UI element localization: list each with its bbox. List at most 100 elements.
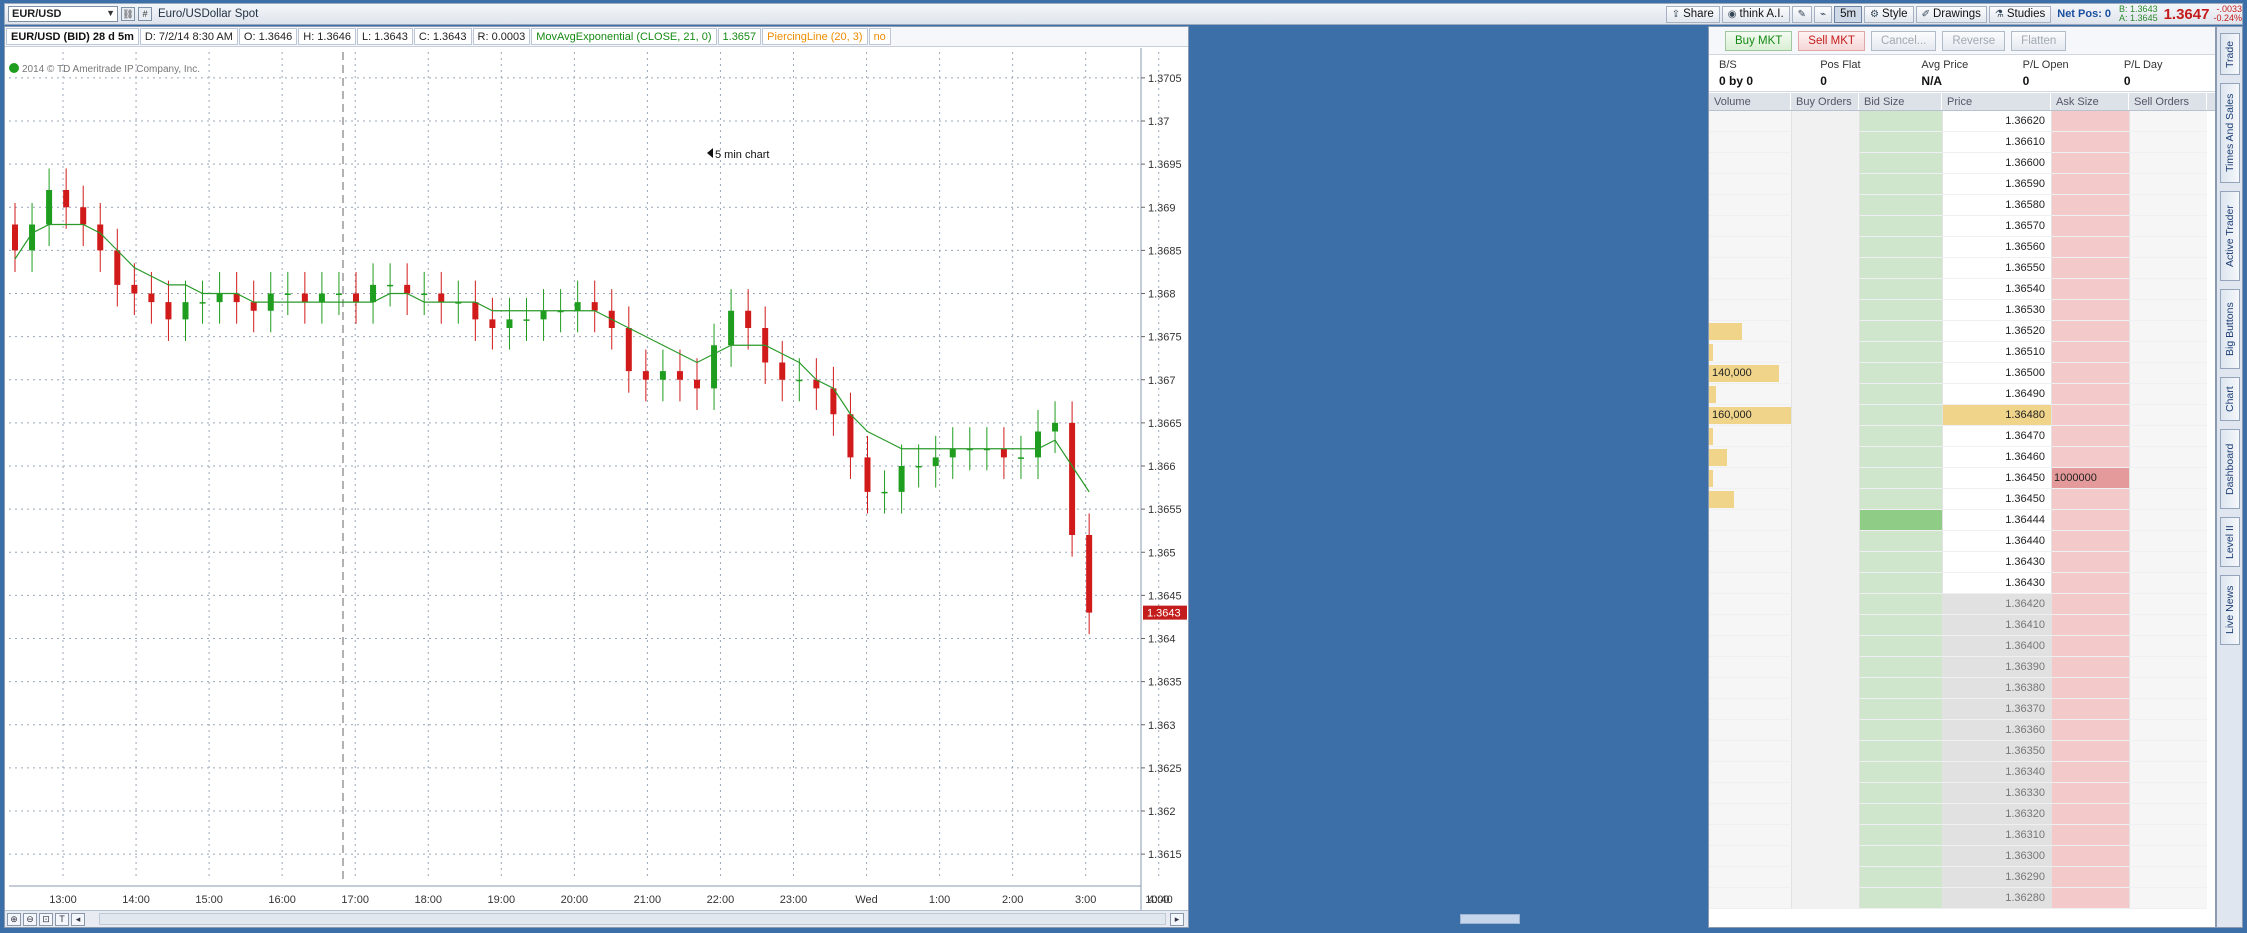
bid-size-cell[interactable] [1859, 741, 1942, 762]
ask-size-cell[interactable] [2051, 531, 2129, 552]
side-tab[interactable]: Times And Sales [2220, 83, 2240, 183]
ask-size-cell[interactable] [2051, 888, 2129, 909]
sell-market-button[interactable]: Sell MKT [1798, 30, 1865, 51]
bid-size-cell[interactable] [1859, 510, 1942, 531]
buy-market-button[interactable]: Buy MKT [1725, 30, 1793, 51]
sell-orders-cell[interactable] [2129, 615, 2207, 636]
buy-orders-cell[interactable] [1791, 447, 1859, 468]
sell-orders-cell[interactable] [2129, 657, 2207, 678]
ask-size-cell[interactable] [2051, 321, 2129, 342]
bid-size-cell[interactable] [1859, 825, 1942, 846]
ask-size-cell[interactable] [2051, 657, 2129, 678]
bid-size-cell[interactable] [1859, 468, 1942, 489]
bid-size-cell[interactable] [1859, 342, 1942, 363]
bid-size-cell[interactable] [1859, 447, 1942, 468]
zoom-in-icon[interactable]: ⊕ [7, 912, 21, 926]
ask-size-cell[interactable] [2051, 153, 2129, 174]
ask-size-cell[interactable] [2051, 573, 2129, 594]
bid-size-cell[interactable] [1859, 384, 1942, 405]
text-tool-icon[interactable]: T [55, 912, 69, 926]
bid-size-cell[interactable] [1859, 573, 1942, 594]
bid-size-cell[interactable] [1859, 783, 1942, 804]
ladder-row[interactable]: 1.36510 [1709, 342, 2215, 363]
ask-size-cell[interactable] [2051, 195, 2129, 216]
ladder-row[interactable]: 1.36520 [1709, 321, 2215, 342]
ladder-row[interactable]: 1.36530 [1709, 300, 2215, 321]
chevron-down-icon[interactable]: ▼ [106, 8, 115, 18]
sell-orders-cell[interactable] [2129, 342, 2207, 363]
symbol-selector[interactable]: EUR/USD ▼ [8, 6, 118, 22]
buy-orders-cell[interactable] [1791, 699, 1859, 720]
bid-size-cell[interactable] [1859, 489, 1942, 510]
ladder-row[interactable]: 160,000 1.36480 [1709, 405, 2215, 426]
scroll-left-icon[interactable]: ◂ [71, 912, 85, 926]
ask-size-cell[interactable] [2051, 447, 2129, 468]
sell-orders-cell[interactable] [2129, 384, 2207, 405]
ask-size-cell[interactable] [2051, 216, 2129, 237]
bid-size-cell[interactable] [1859, 321, 1942, 342]
buy-orders-cell[interactable] [1791, 678, 1859, 699]
buy-orders-cell[interactable] [1791, 153, 1859, 174]
ask-size-cell[interactable] [2051, 762, 2129, 783]
ladder-row[interactable]: 1.36410 [1709, 615, 2215, 636]
bid-size-cell[interactable] [1859, 531, 1942, 552]
ask-size-cell[interactable] [2051, 237, 2129, 258]
price-ladder[interactable]: 1.36620 1.36610 1.36600 1.36590 1.36580 1.365… [1709, 111, 2215, 909]
buy-orders-cell[interactable] [1791, 510, 1859, 531]
buy-orders-cell[interactable] [1791, 426, 1859, 447]
sell-orders-cell[interactable] [2129, 888, 2207, 909]
price-chart[interactable]: 1.3705 1.37 1.3695 1.369 1.3685 1.368 1.3675 1.… [5, 48, 1188, 910]
buy-orders-cell[interactable] [1791, 195, 1859, 216]
ladder-row[interactable]: 1.36350 [1709, 741, 2215, 762]
ema-study-label[interactable]: MovAvgExponential (CLOSE, 21, 0) [531, 28, 717, 45]
sell-orders-cell[interactable] [2129, 405, 2207, 426]
bid-size-cell[interactable] [1859, 237, 1942, 258]
side-tab[interactable]: Big Buttons [2220, 289, 2240, 369]
sell-orders-cell[interactable] [2129, 237, 2207, 258]
buy-orders-cell[interactable] [1791, 720, 1859, 741]
ask-size-cell[interactable] [2051, 615, 2129, 636]
sell-orders-cell[interactable] [2129, 447, 2207, 468]
think-ai-button[interactable]: ◉ think A.I. [1721, 5, 1790, 23]
ladder-row[interactable]: 1.36560 [1709, 237, 2215, 258]
bid-size-cell[interactable] [1859, 720, 1942, 741]
sell-orders-cell[interactable] [2129, 804, 2207, 825]
ladder-row[interactable]: 1.36360 [1709, 720, 2215, 741]
ladder-row[interactable]: 1.36444 [1709, 510, 2215, 531]
sell-orders-cell[interactable] [2129, 174, 2207, 195]
buy-orders-cell[interactable] [1791, 867, 1859, 888]
ladder-row[interactable]: 1.36580 [1709, 195, 2215, 216]
piercing-line-label[interactable]: PiercingLine (20, 3) [762, 28, 868, 45]
ladder-row[interactable]: 1.36330 [1709, 783, 2215, 804]
ladder-column-header[interactable]: Bid Size [1859, 93, 1942, 110]
sell-orders-cell[interactable] [2129, 216, 2207, 237]
ask-size-cell[interactable] [2051, 720, 2129, 741]
ladder-row[interactable]: 1.36430 [1709, 573, 2215, 594]
sell-orders-cell[interactable] [2129, 678, 2207, 699]
ladder-column-header[interactable]: Ask Size [2051, 93, 2129, 110]
ask-size-cell[interactable] [2051, 111, 2129, 132]
ask-size-cell[interactable] [2051, 867, 2129, 888]
buy-orders-cell[interactable] [1791, 594, 1859, 615]
link-icon[interactable]: ⛓ [121, 7, 135, 21]
buy-orders-cell[interactable] [1791, 216, 1859, 237]
buy-orders-cell[interactable] [1791, 762, 1859, 783]
sell-orders-cell[interactable] [2129, 489, 2207, 510]
sell-orders-cell[interactable] [2129, 741, 2207, 762]
ask-size-cell[interactable] [2051, 804, 2129, 825]
buy-orders-cell[interactable] [1791, 825, 1859, 846]
sell-orders-cell[interactable] [2129, 573, 2207, 594]
bid-size-cell[interactable] [1859, 762, 1942, 783]
buy-orders-cell[interactable] [1791, 804, 1859, 825]
bid-size-cell[interactable] [1859, 258, 1942, 279]
horizontal-scrollbar[interactable] [99, 913, 1520, 925]
ask-size-cell[interactable] [2051, 384, 2129, 405]
ladder-column-header[interactable]: Volume [1709, 93, 1791, 110]
ladder-row[interactable]: 140,000 1.36500 [1709, 363, 2215, 384]
bid-size-cell[interactable] [1859, 363, 1942, 384]
ask-size-cell[interactable] [2051, 699, 2129, 720]
bid-size-cell[interactable] [1859, 216, 1942, 237]
ask-size-cell[interactable] [2051, 363, 2129, 384]
ladder-column-header[interactable]: Sell Orders [2129, 93, 2207, 110]
zoom-out-icon[interactable]: ⊖ [23, 912, 37, 926]
